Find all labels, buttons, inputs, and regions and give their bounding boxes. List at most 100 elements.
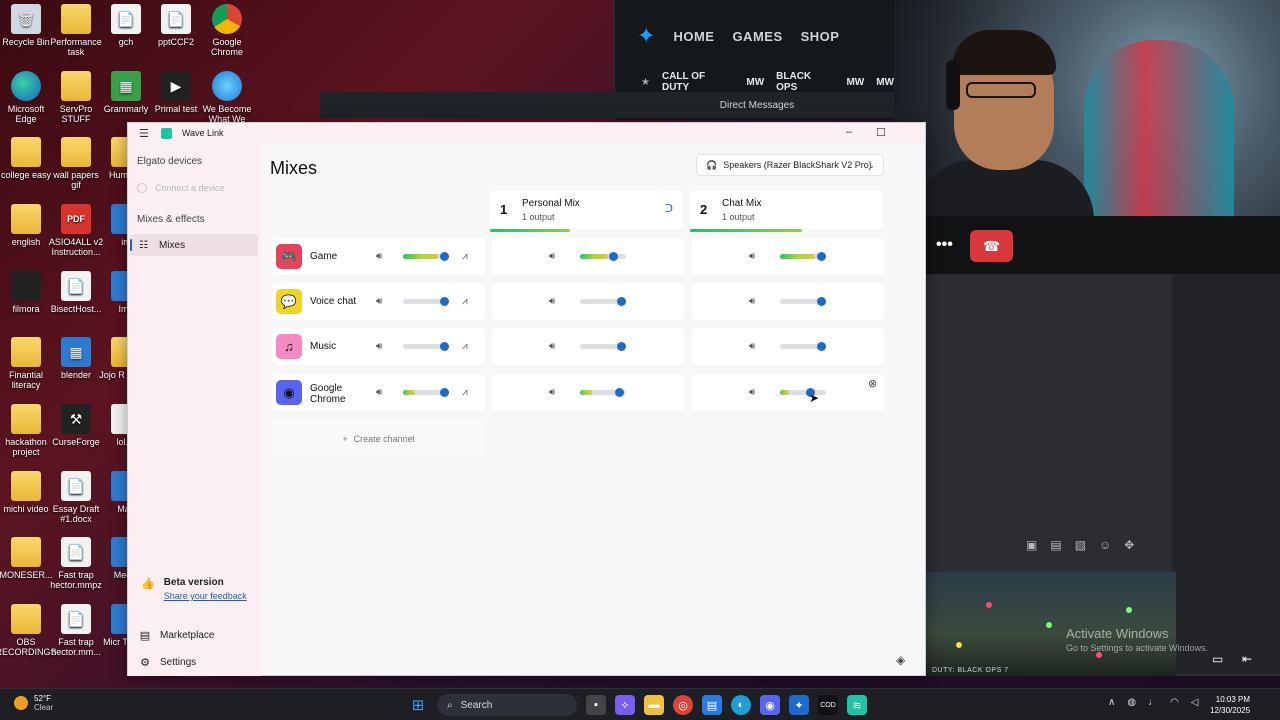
desktop-icon[interactable]: OBS RECORDINGS bbox=[0, 604, 57, 657]
desktop-icon[interactable]: Finantial literacy bbox=[0, 337, 54, 390]
desktop-icon[interactable]: english bbox=[0, 204, 54, 247]
start-icon[interactable]: ⊞ bbox=[408, 695, 428, 715]
desktop-icon[interactable]: wall papers gif bbox=[48, 137, 104, 190]
desktop-icon[interactable]: filmora bbox=[0, 271, 54, 314]
speaker-icon[interactable]: 🔊︎ bbox=[549, 296, 555, 307]
desktop-icon[interactable]: 📄 BisectHost... bbox=[48, 271, 104, 314]
apps-icon[interactable]: ✥ bbox=[1124, 538, 1134, 552]
desktop-icon[interactable]: Microsoft Edge bbox=[0, 71, 54, 124]
volume-knob[interactable] bbox=[816, 252, 826, 261]
share-feedback-link[interactable]: Share your feedback bbox=[164, 591, 247, 601]
desktop-icon[interactable]: 📄 Fast trap hector.mm... bbox=[48, 604, 104, 657]
desktop-icon[interactable]: MONESER... bbox=[0, 537, 54, 580]
clock[interactable]: 10:03 PM 12/30/2025 bbox=[1210, 694, 1250, 716]
desktop-icon[interactable]: 🗑 Recycle Bin bbox=[0, 4, 54, 47]
launcher-nav-games[interactable]: GAMES bbox=[732, 29, 782, 44]
task-view-icon[interactable]: ▪ bbox=[586, 695, 606, 715]
volume-knob[interactable] bbox=[816, 297, 826, 306]
volume-slider[interactable] bbox=[403, 388, 450, 397]
volume-slider[interactable] bbox=[580, 297, 626, 306]
copilot-icon[interactable]: ✧ bbox=[615, 695, 635, 715]
mix-header-2[interactable]: 2 Chat Mix 1 output bbox=[690, 191, 883, 232]
volume-slider[interactable] bbox=[403, 342, 450, 351]
gif-icon[interactable]: ▤ bbox=[1050, 538, 1061, 552]
call-of-duty-icon[interactable]: COD bbox=[818, 695, 838, 715]
chat-bubble-icon[interactable]: ▭ bbox=[1212, 652, 1223, 666]
sidebar-item-mixes[interactable]: ☷ Mixes bbox=[130, 234, 258, 256]
collapse-icon[interactable]: ⇤ bbox=[1242, 652, 1252, 666]
speaker-icon[interactable]: 🔊︎ bbox=[376, 296, 382, 307]
volume-knob[interactable] bbox=[440, 342, 450, 351]
taskbar-search[interactable]: ⌕ Search bbox=[437, 694, 577, 716]
desktop-icon[interactable]: Performance task bbox=[48, 4, 104, 57]
launcher-game-5[interactable]: MW bbox=[876, 77, 894, 88]
speaker-icon[interactable]: 🔊︎ bbox=[749, 341, 755, 352]
desktop-icon[interactable]: 📄 pptCCF2 bbox=[148, 4, 204, 47]
desktop-icon[interactable]: ▦ Grammarly bbox=[98, 71, 154, 114]
desktop-icon[interactable]: Google Chrome bbox=[199, 4, 255, 57]
desktop-icon[interactable]: ServPro STUFF bbox=[48, 71, 104, 124]
volume-knob[interactable] bbox=[440, 252, 450, 261]
launcher-nav-home[interactable]: HOME bbox=[673, 29, 714, 44]
volume-slider[interactable] bbox=[780, 342, 826, 351]
maximize-icon[interactable]: ☐ bbox=[876, 126, 886, 139]
wave-link-taskbar-icon[interactable]: ≋ bbox=[847, 695, 867, 715]
minimize-icon[interactable]: – bbox=[846, 126, 852, 138]
menu-icon[interactable]: ☰ bbox=[139, 127, 149, 140]
speaker-icon[interactable]: 🔊︎ bbox=[549, 341, 555, 352]
speaker-icon[interactable]: 🔊︎ bbox=[749, 296, 755, 307]
launcher-game-4[interactable]: MW bbox=[846, 77, 864, 88]
effects-icon[interactable]: ⩘ bbox=[462, 251, 468, 262]
sidebar-item-marketplace[interactable]: ▤ Marketplace bbox=[139, 629, 215, 642]
create-channel-button[interactable]: + Create channel bbox=[272, 420, 485, 457]
sidebar-item-settings[interactable]: ⚙ Settings bbox=[139, 656, 196, 669]
speaker-icon[interactable]: 🔊︎ bbox=[376, 387, 382, 398]
volume-knob[interactable] bbox=[440, 388, 450, 397]
desktop-icon[interactable]: 📄 Fast trap hector.mmpz bbox=[48, 537, 104, 590]
speaker-icon[interactable]: 🔊︎ bbox=[376, 341, 382, 352]
desktop-icon[interactable]: ▶ Primal test bbox=[148, 71, 204, 114]
volume-knob[interactable] bbox=[609, 252, 619, 261]
launcher-game-1[interactable]: CALL OF DUTY bbox=[662, 71, 734, 93]
chevron-up-icon[interactable]: ∧ bbox=[1108, 697, 1115, 708]
speaker-icon[interactable]: 🔊︎ bbox=[549, 251, 555, 262]
effects-icon[interactable]: ⩘ bbox=[462, 387, 468, 398]
sticker-icon[interactable]: ▧ bbox=[1075, 538, 1086, 552]
emoji-icon[interactable]: ☺ bbox=[1099, 538, 1111, 552]
desktop-icon[interactable]: ⚒ CurseForge bbox=[48, 404, 104, 447]
output-device-select[interactable]: 🎧 Speakers (Razer BlackShark V2 Pro) ⌄ bbox=[696, 154, 884, 176]
speaker-icon[interactable]: 🔊︎ bbox=[376, 251, 382, 262]
desktop-icon[interactable]: 📄 Essay Draft #1.docx bbox=[48, 471, 104, 524]
chrome-icon[interactable]: ◎ bbox=[673, 695, 693, 715]
launcher-game-3[interactable]: BLACK OPS bbox=[776, 71, 834, 93]
desktop-icon[interactable]: college easy bbox=[0, 137, 54, 180]
desktop-icon[interactable]: michi video bbox=[0, 471, 54, 514]
volume-slider[interactable] bbox=[580, 342, 626, 351]
speaker-icon[interactable]: 🔊︎ bbox=[749, 387, 755, 398]
microphone-icon[interactable]: ♩ bbox=[1148, 697, 1158, 708]
volume-icon[interactable]: ◁ bbox=[1191, 697, 1199, 708]
volume-knob[interactable] bbox=[616, 342, 626, 351]
launcher-nav-shop[interactable]: SHOP bbox=[801, 29, 840, 44]
desktop-icon[interactable]: We Become What We bbox=[199, 71, 255, 124]
security-icon[interactable]: ◍ bbox=[1127, 697, 1136, 708]
volume-slider[interactable] bbox=[403, 252, 450, 261]
ear-icon[interactable]: ᑐ bbox=[665, 202, 673, 215]
launcher-game-2[interactable]: MW bbox=[746, 77, 764, 88]
direct-messages-bar[interactable]: Direct Messages bbox=[320, 92, 894, 118]
edge-icon[interactable]: ◐ bbox=[731, 695, 751, 715]
hang-up-button[interactable]: ☎ bbox=[970, 230, 1013, 262]
volume-slider[interactable] bbox=[780, 252, 826, 261]
volume-slider[interactable] bbox=[780, 388, 826, 397]
file-explorer-icon[interactable]: ▬ bbox=[644, 695, 664, 715]
volume-knob[interactable] bbox=[440, 297, 450, 306]
effects-icon[interactable]: ⩘ bbox=[462, 341, 468, 352]
volume-knob[interactable] bbox=[816, 342, 826, 351]
effects-icon[interactable]: ⩘ bbox=[462, 296, 468, 307]
desktop-icon[interactable]: PDF ASIO4ALL v2 Instruction... bbox=[48, 204, 104, 257]
volume-slider[interactable] bbox=[580, 252, 626, 261]
volume-slider[interactable] bbox=[403, 297, 450, 306]
store-icon[interactable]: ▤ bbox=[702, 695, 722, 715]
volume-slider[interactable] bbox=[580, 388, 626, 397]
speaker-icon[interactable]: 🔊︎ bbox=[749, 251, 755, 262]
